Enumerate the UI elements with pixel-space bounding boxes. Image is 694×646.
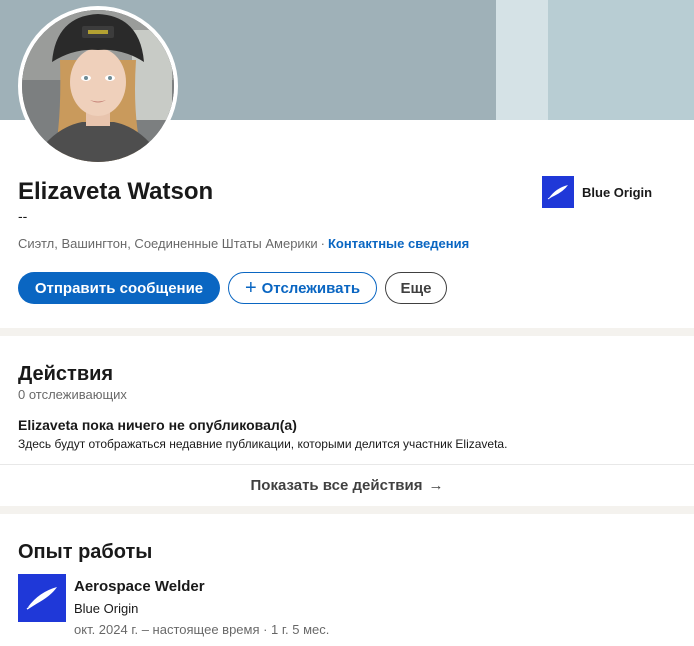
- experience-section: Опыт работы Aerospace Welder Blue Origin…: [0, 514, 694, 646]
- activity-section: Действия 0 отслеживающих Elizaveta пока …: [0, 336, 694, 506]
- experience-dates: окт. 2024 г. – настоящее время · 1 г. 5 …: [74, 622, 330, 637]
- plus-icon: +: [244, 277, 257, 299]
- profile-top-card: Elizaveta Watson -- Сиэтл, Вашингтон, Со…: [0, 0, 694, 328]
- experience-role: Aerospace Welder: [74, 578, 205, 595]
- follow-button[interactable]: + Отслеживать: [228, 272, 377, 304]
- show-all-activity-label: Показать все действия: [250, 477, 423, 494]
- follow-label: Отслеживать: [261, 279, 361, 297]
- feather-logo-icon: [542, 176, 574, 208]
- current-company-link[interactable]: Blue Origin: [542, 176, 652, 208]
- avatar-photo: [22, 10, 174, 162]
- more-button[interactable]: Еще: [385, 272, 447, 304]
- profile-headline: --: [18, 208, 28, 224]
- profile-name: Elizaveta Watson: [18, 178, 214, 205]
- show-all-activity-button[interactable]: Показать все действия →: [0, 465, 694, 506]
- no-posts-description: Здесь будут отображаться недавние публик…: [18, 437, 508, 451]
- arrow-right-icon: →: [428, 477, 444, 494]
- experience-title: Опыт работы: [18, 541, 153, 563]
- more-label: Еще: [400, 279, 432, 297]
- contact-info-link[interactable]: Контактные сведения: [328, 236, 469, 251]
- send-message-button[interactable]: Отправить сообщение: [18, 272, 220, 304]
- activity-title: Действия: [18, 363, 114, 385]
- no-posts-title: Elizaveta пока ничего не опубликовал(а): [18, 417, 297, 433]
- profile-location: Сиэтл, Вашингтон, Соединенные Штаты Амер…: [18, 236, 318, 251]
- profile-avatar[interactable]: [18, 6, 178, 166]
- location-separator: ·: [320, 236, 325, 251]
- followers-count[interactable]: 0 отслеживающих: [18, 387, 127, 402]
- feather-logo-icon[interactable]: [18, 574, 66, 622]
- experience-company: Blue Origin: [74, 601, 139, 616]
- profile-location-line: Сиэтл, Вашингтон, Соединенные Штаты Амер…: [18, 236, 469, 251]
- send-message-label: Отправить сообщение: [34, 279, 204, 297]
- current-company-name: Blue Origin: [582, 184, 653, 200]
